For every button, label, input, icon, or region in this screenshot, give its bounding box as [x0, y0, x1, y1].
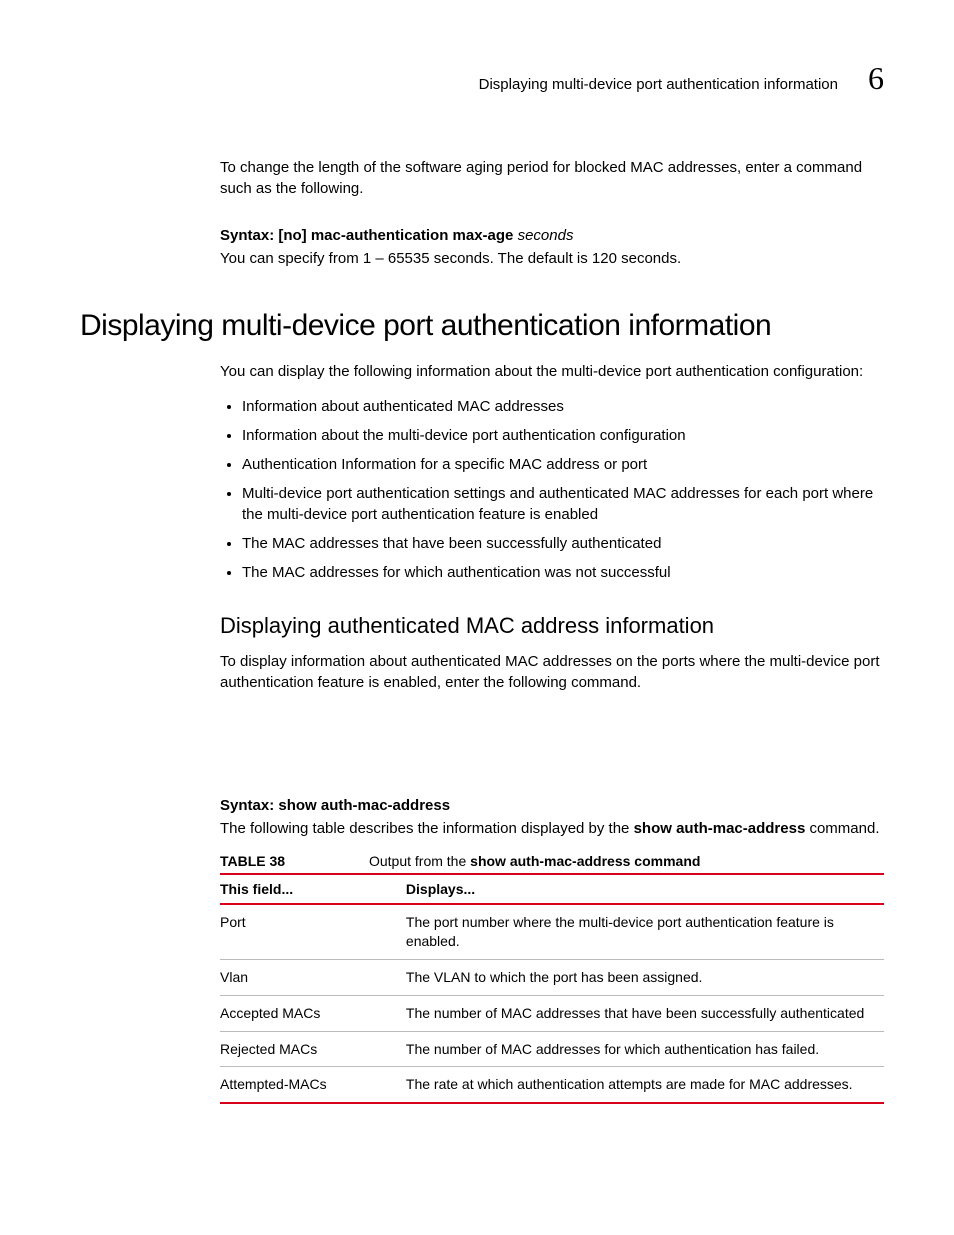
table-cell-field: Attempted-MACs	[220, 1067, 406, 1103]
list-item: Authentication Information for a specifi…	[242, 454, 884, 475]
text: command.	[805, 820, 879, 837]
table-caption-prefix: Output from the	[369, 853, 470, 869]
text: The following table describes the inform…	[220, 820, 634, 837]
table-row: Port The port number where the multi-dev…	[220, 904, 884, 959]
table-caption: TABLE 38 Output from the show auth-mac-a…	[220, 853, 884, 869]
table-header-row: This field... Displays...	[220, 874, 884, 904]
table-header-field: This field...	[220, 874, 406, 904]
syntax-line-show-auth: Syntax: show auth-mac-address	[220, 797, 884, 814]
chapter-number: 6	[868, 60, 884, 97]
list-item: The MAC addresses that have been success…	[242, 533, 884, 554]
syntax-line-max-age: Syntax: [no] mac-authentication max-age …	[220, 227, 884, 244]
section-heading: Displaying multi-device port authenticat…	[80, 309, 884, 343]
table-row: Accepted MACs The number of MAC addresse…	[220, 995, 884, 1031]
table-label: TABLE 38	[220, 853, 285, 869]
intro-range-paragraph: You can specify from 1 – 65535 seconds. …	[220, 248, 884, 269]
syntax-arg: seconds	[513, 227, 573, 244]
table-caption-command: show auth-mac-address command	[470, 853, 700, 869]
syntax-label: Syntax:	[220, 797, 278, 814]
intro-paragraph: To change the length of the software agi…	[220, 157, 884, 199]
running-header-text: Displaying multi-device port authenticat…	[479, 76, 838, 93]
table-cell-desc: The VLAN to which the port has been assi…	[406, 959, 884, 995]
table-cell-field: Port	[220, 904, 406, 959]
output-table: This field... Displays... Port The port …	[220, 873, 884, 1104]
command-inline: show auth-mac-address	[634, 820, 806, 837]
table-cell-desc: The number of MAC addresses for which au…	[406, 1031, 884, 1067]
table-header-displays: Displays...	[406, 874, 884, 904]
subsection-heading: Displaying authenticated MAC address inf…	[220, 613, 884, 639]
table-lead-paragraph: The following table describes the inform…	[220, 818, 884, 839]
table-cell-desc: The number of MAC addresses that have be…	[406, 995, 884, 1031]
table-cell-field: Vlan	[220, 959, 406, 995]
section-lead: You can display the following informatio…	[220, 361, 884, 382]
table-row: Vlan The VLAN to which the port has been…	[220, 959, 884, 995]
table-row: Rejected MACs The number of MAC addresse…	[220, 1031, 884, 1067]
subsection-paragraph: To display information about authenticat…	[220, 651, 884, 693]
table-row: Attempted-MACs The rate at which authent…	[220, 1067, 884, 1103]
section-bullet-list: Information about authenticated MAC addr…	[220, 396, 884, 583]
list-item: The MAC addresses for which authenticati…	[242, 562, 884, 583]
table-cell-field: Accepted MACs	[220, 995, 406, 1031]
running-header: Displaying multi-device port authenticat…	[80, 60, 884, 97]
syntax-label: Syntax:	[220, 227, 278, 244]
table-cell-field: Rejected MACs	[220, 1031, 406, 1067]
syntax-command: show auth-mac-address	[278, 797, 450, 814]
syntax-command: [no] mac-authentication max-age	[278, 227, 513, 244]
table-cell-desc: The port number where the multi-device p…	[406, 904, 884, 959]
list-item: Multi-device port authentication setting…	[242, 483, 884, 525]
table-cell-desc: The rate at which authentication attempt…	[406, 1067, 884, 1103]
list-item: Information about the multi-device port …	[242, 425, 884, 446]
list-item: Information about authenticated MAC addr…	[242, 396, 884, 417]
